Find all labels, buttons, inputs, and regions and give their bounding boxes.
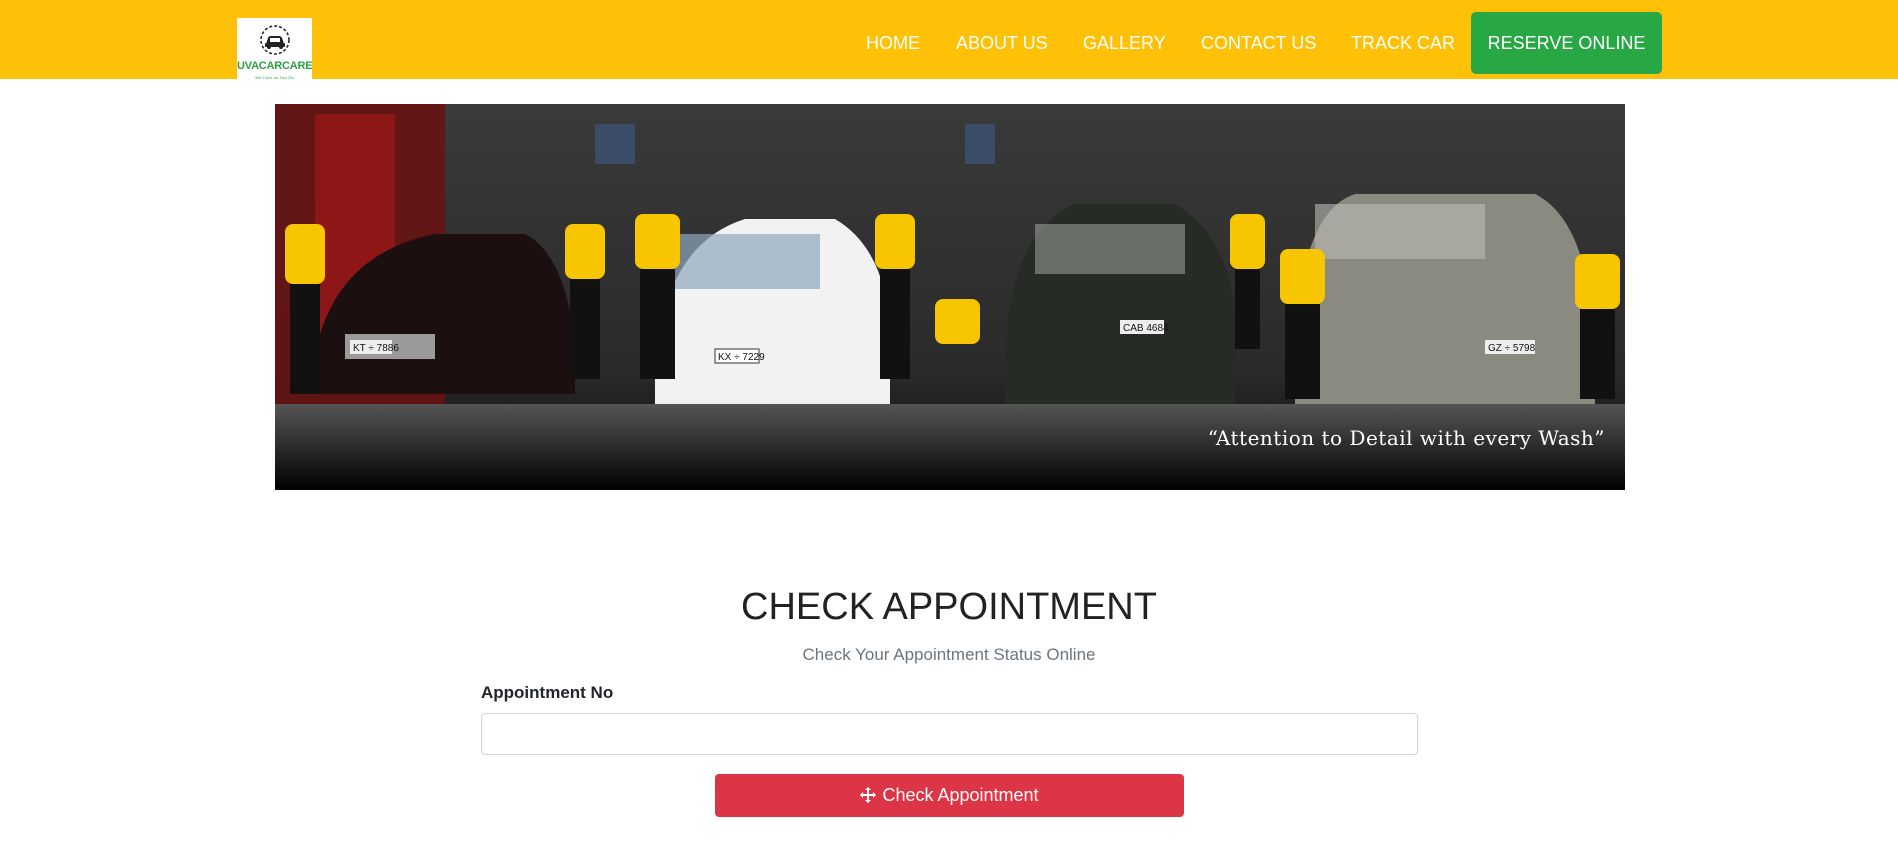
banner-quote: “Attention to Detail with every Wash” — [1207, 426, 1605, 450]
page-title: CHECK APPOINTMENT — [741, 586, 1157, 628]
nav-menu: HOME ABOUT US GALLERY CONTACT US TRACK C… — [0, 0, 1898, 79]
check-appointment-button[interactable]: Check Appointment — [715, 774, 1184, 817]
reserve-online-button[interactable]: RESERVE ONLINE — [1471, 12, 1662, 74]
nav-contact-us[interactable]: CONTACT US — [1201, 33, 1316, 53]
nav-home[interactable]: HOME — [866, 33, 920, 53]
svg-text:KT ÷ 7886: KT ÷ 7886 — [353, 343, 399, 354]
page-subtitle: Check Your Appointment Status Online — [802, 645, 1096, 664]
move-icon — [860, 786, 877, 803]
hero-banner: KT ÷ 7886 KX ÷ 7229 CAB 4684 GZ ÷ 5798 “… — [275, 104, 1625, 490]
svg-text:CAB 4684: CAB 4684 — [1123, 323, 1169, 334]
svg-text:GZ ÷ 5798: GZ ÷ 5798 — [1488, 343, 1536, 354]
nav-about-us[interactable]: ABOUT US — [956, 33, 1048, 53]
appointment-no-input[interactable] — [481, 713, 1418, 755]
nav-gallery[interactable]: GALLERY — [1083, 33, 1166, 53]
nav-track-car[interactable]: TRACK CAR — [1351, 33, 1455, 53]
svg-text:KX ÷ 7229: KX ÷ 7229 — [718, 352, 765, 363]
check-appointment-label: Check Appointment — [882, 785, 1039, 805]
appointment-no-label: Appointment No — [481, 683, 614, 702]
